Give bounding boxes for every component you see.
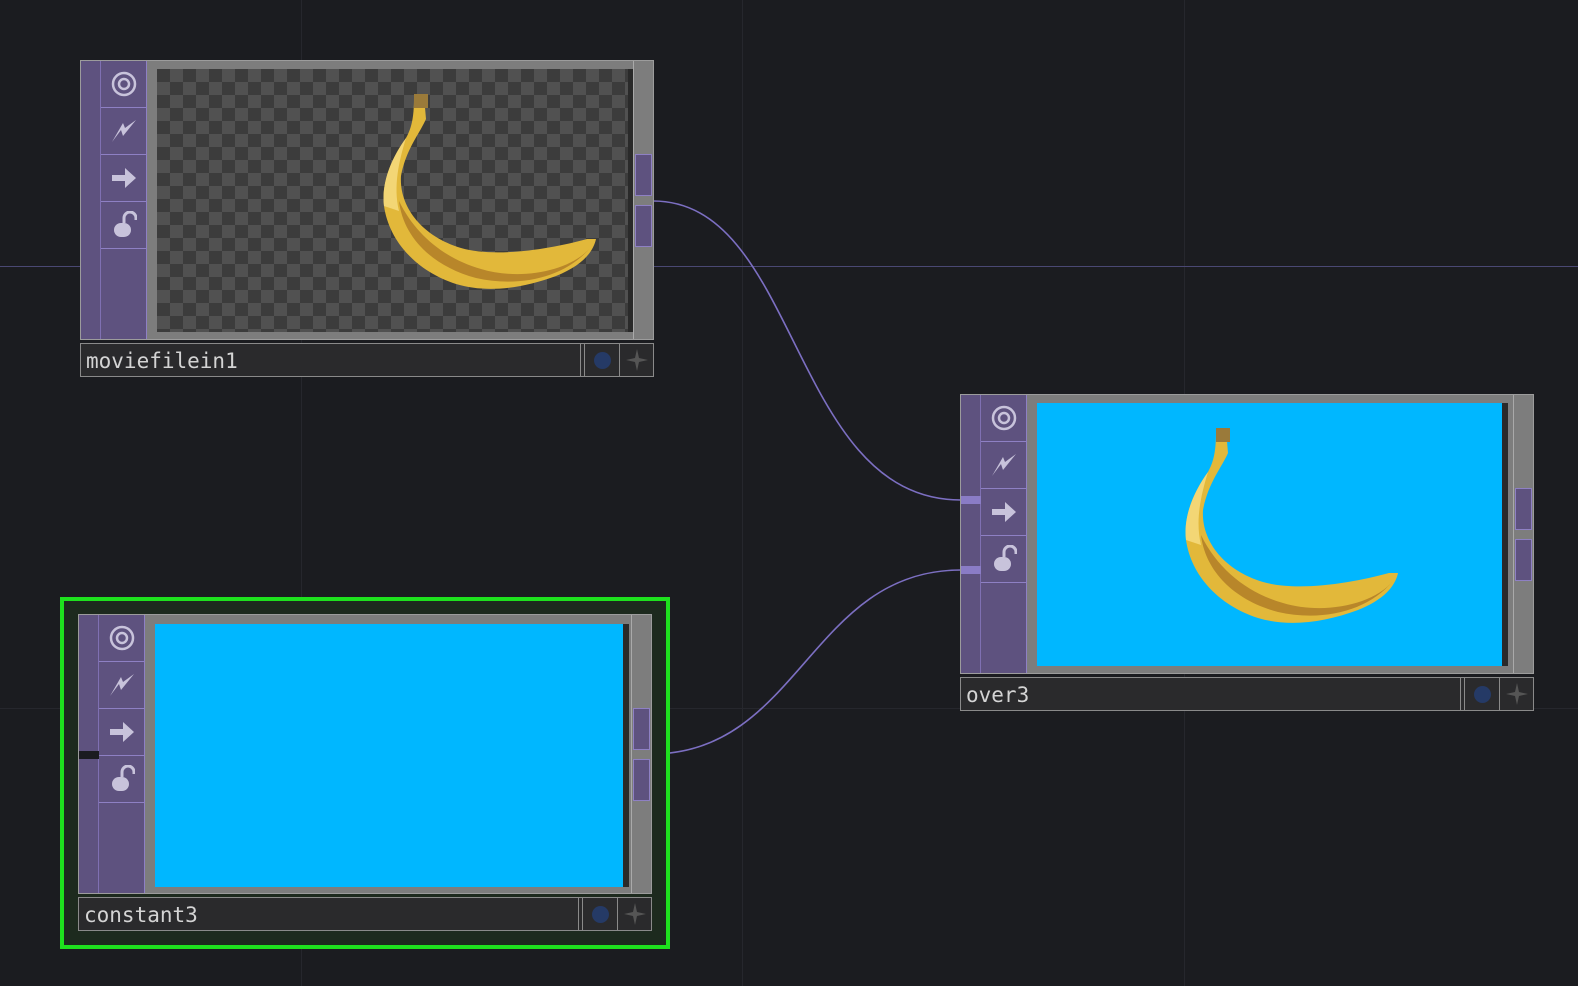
output-strip bbox=[631, 615, 651, 893]
lock-flag-icon[interactable] bbox=[101, 202, 147, 249]
node-over3[interactable]: over3 bbox=[960, 394, 1534, 712]
node-name[interactable]: over3 bbox=[961, 678, 1461, 710]
flag-strip bbox=[99, 615, 145, 893]
viewer-image[interactable] bbox=[157, 69, 634, 332]
viewer-flag-icon[interactable] bbox=[101, 61, 147, 108]
output-connector[interactable] bbox=[633, 759, 650, 801]
name-bar: moviefilein1 bbox=[80, 343, 654, 377]
node-name[interactable]: constant3 bbox=[79, 898, 579, 930]
cook-flag-icon[interactable] bbox=[99, 662, 145, 709]
viewer-toggle-icon[interactable] bbox=[584, 344, 619, 376]
name-bar: constant3 bbox=[78, 897, 652, 931]
name-bar: over3 bbox=[960, 677, 1534, 711]
node-body[interactable] bbox=[80, 60, 654, 340]
node-body[interactable] bbox=[78, 614, 652, 894]
wire-moviefilein1-to-over3[interactable] bbox=[652, 200, 962, 501]
output-connector[interactable] bbox=[1515, 488, 1532, 530]
node-name[interactable]: moviefilein1 bbox=[81, 344, 581, 376]
expand-icon[interactable] bbox=[1499, 678, 1534, 710]
lock-flag-icon[interactable] bbox=[99, 756, 145, 803]
viewer-flag-icon[interactable] bbox=[99, 615, 145, 662]
flag-strip bbox=[981, 395, 1027, 673]
viewer-toggle-icon[interactable] bbox=[582, 898, 617, 930]
bypass-flag-icon[interactable] bbox=[981, 489, 1027, 536]
bypass-flag-icon[interactable] bbox=[99, 709, 145, 756]
banana-image bbox=[1185, 428, 1398, 623]
output-strip bbox=[633, 61, 653, 339]
bypass-flag-icon[interactable] bbox=[101, 155, 147, 202]
input-strip bbox=[81, 61, 101, 339]
node-body[interactable] bbox=[960, 394, 1534, 674]
network-editor-canvas[interactable]: moviefilein1 constant3 over3 bbox=[0, 0, 1578, 986]
output-connector[interactable] bbox=[633, 708, 650, 750]
input-connector[interactable] bbox=[961, 566, 981, 574]
output-connector[interactable] bbox=[635, 154, 652, 196]
input-connector[interactable] bbox=[961, 496, 981, 504]
output-connector[interactable] bbox=[1515, 539, 1532, 581]
viewer-image[interactable] bbox=[1037, 403, 1508, 666]
input-strip bbox=[79, 615, 99, 893]
input-gap bbox=[79, 751, 99, 759]
viewer-toggle-icon[interactable] bbox=[1464, 678, 1499, 710]
node-moviefilein1[interactable]: moviefilein1 bbox=[80, 60, 654, 378]
expand-icon[interactable] bbox=[619, 344, 654, 376]
flag-strip bbox=[101, 61, 147, 339]
viewer-image[interactable] bbox=[155, 624, 629, 887]
viewer-flag-icon[interactable] bbox=[981, 395, 1027, 442]
banana-image bbox=[383, 94, 596, 289]
lock-flag-icon[interactable] bbox=[981, 536, 1027, 583]
cook-flag-icon[interactable] bbox=[981, 442, 1027, 489]
wire-constant3-to-over3[interactable] bbox=[650, 569, 962, 755]
node-constant3[interactable]: constant3 bbox=[78, 614, 652, 932]
expand-icon[interactable] bbox=[617, 898, 652, 930]
input-strip bbox=[961, 395, 981, 673]
cook-flag-icon[interactable] bbox=[101, 108, 147, 155]
output-strip bbox=[1513, 395, 1533, 673]
output-connector[interactable] bbox=[635, 205, 652, 247]
